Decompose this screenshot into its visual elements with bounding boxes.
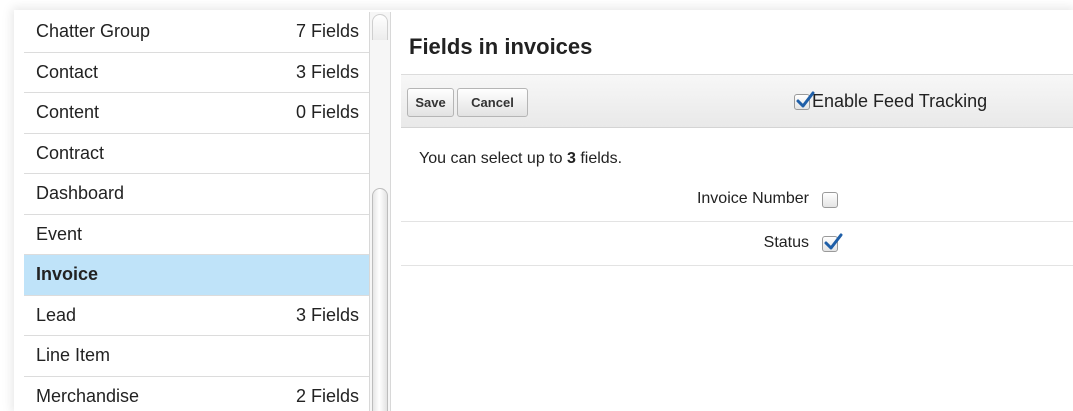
object-row-event[interactable]: Event <box>24 215 369 255</box>
object-row-line-item[interactable]: Line Item <box>24 336 369 377</box>
field-row-status: Status <box>401 222 1073 266</box>
scrollbar-thumb[interactable] <box>372 188 388 411</box>
panel-toolbar: Save Cancel Enable Feed Tracking <box>401 74 1073 128</box>
object-row-merchandise[interactable]: Merchandise 2 Fields <box>24 377 369 411</box>
checkmark-icon <box>824 233 843 250</box>
checkbox-checked-icon[interactable] <box>822 233 843 252</box>
enable-feed-tracking-label: Enable Feed Tracking <box>812 91 988 111</box>
object-row-invoice[interactable]: Invoice <box>24 255 369 296</box>
checkmark-icon <box>796 91 815 107</box>
object-row-dashboard[interactable]: Dashboard <box>24 174 369 215</box>
object-name: Invoice <box>36 264 99 285</box>
save-button[interactable]: Save <box>407 88 454 117</box>
object-name: Event <box>36 223 83 244</box>
field-count: 7 Fields <box>295 21 359 42</box>
cancel-button[interactable]: Cancel <box>457 88 528 117</box>
field-count: 0 Fields <box>295 102 359 123</box>
hint-text-suffix: fields. <box>575 150 623 167</box>
object-name: Contract <box>36 142 105 163</box>
scrollbar-top-cap <box>372 14 388 40</box>
field-count: 3 Fields <box>295 61 359 82</box>
object-row-content[interactable]: Content 0 Fields <box>24 93 369 134</box>
field-count: 2 Fields <box>295 385 359 406</box>
object-list-scrollbar[interactable] <box>369 12 391 411</box>
field-label: Invoice Number <box>696 190 809 207</box>
object-name: Chatter Group <box>36 21 151 42</box>
object-name: Dashboard <box>36 183 125 204</box>
object-row-chatter-group[interactable]: Chatter Group 7 Fields <box>24 12 369 53</box>
field-label: Status <box>763 234 809 251</box>
checkbox-unchecked-icon[interactable] <box>822 192 838 208</box>
enable-feed-tracking-toggle[interactable]: Enable Feed Tracking <box>794 91 987 112</box>
object-name: Content <box>36 102 100 123</box>
object-row-contact[interactable]: Contact 3 Fields <box>24 53 369 93</box>
hint-limit-number: 3 <box>566 150 576 167</box>
fields-panel: Fields in invoices Save Cancel Enable Fe… <box>391 12 1073 411</box>
object-row-contract[interactable]: Contract <box>24 134 369 174</box>
object-name: Merchandise <box>36 385 140 406</box>
field-row-invoice-number: Invoice Number <box>401 178 1073 222</box>
checkbox-checked-icon[interactable] <box>794 91 815 110</box>
field-count: 3 Fields <box>295 304 359 325</box>
panel-title: Fields in invoices <box>409 34 593 59</box>
object-list: Chatter Group 7 Fields Contact 3 Fields … <box>24 12 369 411</box>
object-name: Contact <box>36 61 99 82</box>
object-name: Line Item <box>36 345 111 366</box>
hint-text-prefix: You can select up to <box>419 150 567 167</box>
object-row-lead[interactable]: Lead 3 Fields <box>24 296 369 336</box>
selection-limit-hint: You can select up to 3 fields. <box>419 150 622 168</box>
object-name: Lead <box>36 304 77 325</box>
